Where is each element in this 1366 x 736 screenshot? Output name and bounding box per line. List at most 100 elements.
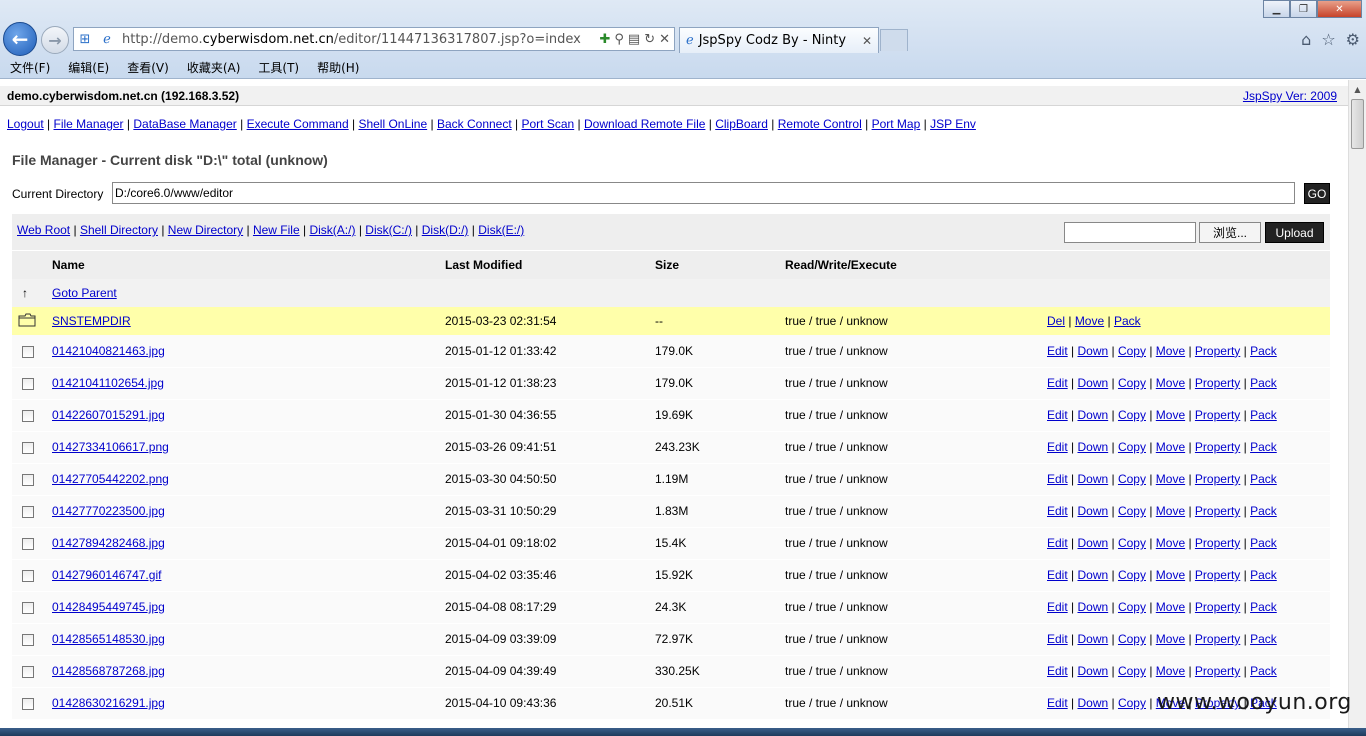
file-action-property-link[interactable]: Property [1195,600,1240,614]
file-action-edit-link[interactable]: Edit [1047,632,1068,646]
file-action-pack-link[interactable]: Pack [1250,376,1277,390]
file-checkbox[interactable] [22,601,34,614]
file-action-down-link[interactable]: Down [1077,440,1108,454]
file-action-copy-link[interactable]: Copy [1118,344,1146,358]
file-name-link[interactable]: 01428630216291.jpg [52,696,165,710]
file-action-edit-link[interactable]: Edit [1047,600,1068,614]
upload-file-path-input[interactable] [1064,222,1196,243]
file-checkbox[interactable] [22,345,34,358]
file-action-down-link[interactable]: Down [1077,632,1108,646]
file-action-property-link[interactable]: Property [1195,408,1240,422]
file-checkbox[interactable] [22,537,34,550]
file-name-link[interactable]: 01427894282468.jpg [52,536,165,550]
file-action-move-link[interactable]: Move [1156,472,1185,486]
browse-button[interactable]: 浏览... [1199,222,1261,243]
file-name-link[interactable]: 01422607015291.jpg [52,408,165,422]
file-name-link[interactable]: 01427705442202.png [52,472,169,486]
file-action-property-link[interactable]: Property [1195,632,1240,646]
file-action-pack-link[interactable]: Pack [1250,600,1277,614]
file-name-link[interactable]: 01421041102654.jpg [52,376,164,390]
nav-jsp-env[interactable]: JSP Env [930,117,976,131]
file-action-down-link[interactable]: Down [1077,376,1108,390]
file-checkbox[interactable] [22,377,34,390]
file-action-edit-link[interactable]: Edit [1047,408,1068,422]
file-checkbox[interactable] [22,569,34,582]
nav-download-remote-file[interactable]: Download Remote File [584,117,705,131]
nav-clipboard[interactable]: ClipBoard [715,117,768,131]
go-button[interactable]: GO [1304,183,1330,204]
menu-favorites[interactable]: 收藏夹(A) [177,59,249,76]
file-action-down-link[interactable]: Down [1077,664,1108,678]
file-checkbox[interactable] [22,697,34,710]
back-button[interactable]: ← [3,22,37,56]
file-name-link[interactable]: 01421040821463.jpg [52,344,165,358]
file-checkbox[interactable] [22,409,34,422]
maximize-button[interactable]: ❐ [1290,0,1317,18]
file-action-edit-link[interactable]: Edit [1047,696,1068,710]
address-bar[interactable]: ⊞ ℯ http://demo.cyberwisdom.net.cn/edito… [73,27,675,51]
nav-shell-online[interactable]: Shell OnLine [358,117,427,131]
disk-a-link[interactable]: Disk(A:/) [309,223,355,237]
file-action-edit-link[interactable]: Edit [1047,440,1068,454]
goto-parent-link[interactable]: Goto Parent [52,286,117,300]
nav-database-manager[interactable]: DataBase Manager [133,117,236,131]
file-action-copy-link[interactable]: Copy [1118,504,1146,518]
search-icon[interactable]: ⚲ [614,32,624,47]
file-action-edit-link[interactable]: Edit [1047,536,1068,550]
menu-edit[interactable]: 编辑(E) [58,59,117,76]
forward-button[interactable]: → [41,26,69,54]
file-action-move-link[interactable]: Move [1156,600,1185,614]
file-checkbox[interactable] [22,473,34,486]
file-action-down-link[interactable]: Down [1077,504,1108,518]
file-action-move-link[interactable]: Move [1156,632,1185,646]
file-checkbox[interactable] [22,633,34,646]
file-action-pack-link[interactable]: Pack [1250,504,1277,518]
new-directory-link[interactable]: New Directory [168,223,243,237]
file-action-move-link[interactable]: Move [1156,408,1185,422]
file-action-property-link[interactable]: Property [1195,504,1240,518]
file-action-pack-link[interactable]: Pack [1250,344,1277,358]
directory-name-link[interactable]: SNSTEMPDIR [52,314,131,328]
file-action-pack-link[interactable]: Pack [1250,408,1277,422]
version-link[interactable]: JspSpy Ver: 2009 [1243,89,1337,103]
file-checkbox[interactable] [22,505,34,518]
close-window-button[interactable]: ✕ [1317,0,1362,18]
file-action-property-link[interactable]: Property [1195,440,1240,454]
upload-button[interactable]: Upload [1265,222,1324,243]
address-url[interactable]: http://demo.cyberwisdom.net.cn/editor/11… [118,32,599,47]
nav-port-scan[interactable]: Port Scan [522,117,575,131]
file-action-copy-link[interactable]: Copy [1118,472,1146,486]
file-action-edit-link[interactable]: Edit [1047,568,1068,582]
file-checkbox[interactable] [22,441,34,454]
dir-pack-link[interactable]: Pack [1114,314,1141,328]
nav-execute-command[interactable]: Execute Command [247,117,349,131]
file-action-edit-link[interactable]: Edit [1047,504,1068,518]
file-action-copy-link[interactable]: Copy [1118,536,1146,550]
stop-icon[interactable]: ✕ [659,32,670,47]
file-action-down-link[interactable]: Down [1077,408,1108,422]
scroll-up-icon[interactable]: ▲ [1349,80,1366,98]
nav-remote-control[interactable]: Remote Control [778,117,862,131]
addon-icon[interactable]: ✚ [599,32,610,47]
tools-gear-icon[interactable]: ⚙ [1346,30,1360,49]
menu-tools[interactable]: 工具(T) [248,59,307,76]
menu-file[interactable]: 文件(F) [0,59,58,76]
web-root-link[interactable]: Web Root [17,223,70,237]
file-action-pack-link[interactable]: Pack [1250,568,1277,582]
disk-d-link[interactable]: Disk(D:/) [422,223,469,237]
file-action-property-link[interactable]: Property [1195,664,1240,678]
nav-logout[interactable]: Logout [7,117,44,131]
scroll-thumb[interactable] [1351,99,1364,149]
file-action-property-link[interactable]: Property [1195,568,1240,582]
file-action-pack-link[interactable]: Pack [1250,440,1277,454]
file-action-down-link[interactable]: Down [1077,536,1108,550]
file-action-move-link[interactable]: Move [1156,568,1185,582]
file-action-edit-link[interactable]: Edit [1047,376,1068,390]
file-action-move-link[interactable]: Move [1156,440,1185,454]
minimize-button[interactable]: ▁ [1263,0,1290,18]
page-scrollbar[interactable]: ▲ [1348,80,1366,736]
refresh-icon[interactable]: ↻ [644,32,655,47]
compat-view-icon[interactable]: ▤ [628,32,640,47]
dir-del-link[interactable]: Del [1047,314,1065,328]
file-action-copy-link[interactable]: Copy [1118,376,1146,390]
